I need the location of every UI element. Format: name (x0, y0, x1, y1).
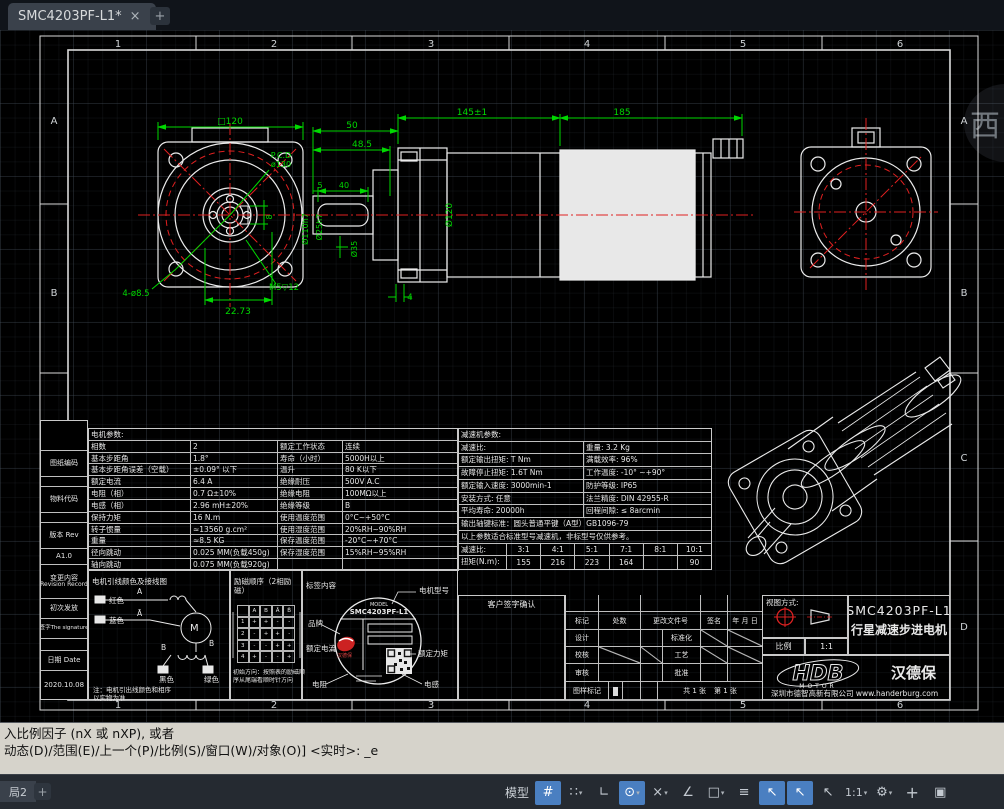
svg-text:A: A (51, 116, 58, 127)
wiring-cell: 电机引线颜色及接线图 红色 A 蓝色 Ā B B̄ 黑色 绿色 M 注：电机引出… (88, 570, 230, 700)
osnap-b-toggle-icon[interactable]: ↖ (787, 781, 813, 805)
svg-text:5: 5 (740, 39, 746, 50)
signature-label: 签字The signature (41, 619, 87, 639)
brand-name: 汉德保 (891, 664, 936, 683)
svg-text:3: 3 (428, 39, 434, 50)
model-box: SMC4203PF-L1 行星减速步进电机 (848, 595, 950, 655)
iso-view (724, 357, 966, 568)
date-value: 2020.10.08 (41, 671, 87, 699)
drawing-code-label: 图纸编码 (41, 451, 87, 477)
osnap-a-toggle-icon[interactable]: ↖ (759, 781, 785, 805)
settings-gear-icon[interactable]: ⚙▾ (871, 781, 897, 805)
customer-sign-box: 客户签字确认 (458, 595, 565, 700)
svg-text:D: D (960, 622, 968, 633)
isolate-objects-icon[interactable]: ▣ (927, 781, 953, 805)
scale-label: 比例 (762, 638, 805, 655)
svg-text:6: 6 (897, 700, 903, 711)
dim-square: □120 (217, 117, 243, 127)
product-name: 行星减速步进电机 (849, 623, 949, 638)
projection-symbol (769, 607, 843, 629)
svg-text:B: B (961, 288, 968, 299)
snap-toggle-icon[interactable]: ∷▾ (563, 781, 589, 805)
company-line: 深圳市德智高新有限公司 www.handerburg.com (771, 689, 938, 698)
cad-application-window: SMC4203PF-L1* × + 西 1 2 3 4 5 6 1 2 (0, 0, 1004, 809)
side-view (313, 139, 743, 282)
svg-text:185: 185 (613, 108, 630, 118)
revision-info-column: 图纸编码 物料代码 版本 Rev A1.0 变更内容Revision Recor… (40, 420, 88, 700)
approval-grid: 标记 处数 更改文件号 签名 年 月 日 设计 标准化 校核 工艺 审核 批准 … (565, 595, 762, 700)
customize-plus-icon[interactable]: + (899, 781, 925, 805)
svg-text:5: 5 (740, 700, 746, 711)
grid-toggle-icon[interactable]: # (535, 781, 561, 805)
command-history-line: 入比例因子 (nX 或 nXP), 或者 (4, 725, 1000, 742)
model-space-button[interactable]: 模型 (505, 784, 529, 801)
workspace-toggle-icon[interactable]: □▾ (703, 781, 729, 805)
svg-text:40: 40 (339, 181, 349, 190)
polar-toggle-icon[interactable]: ⊙▾ (619, 781, 645, 805)
svg-text:Ø110h7: Ø110h7 (300, 213, 310, 245)
svg-text:4-ø8.5: 4-ø8.5 (122, 289, 149, 299)
angle-toggle-icon[interactable]: ∠ (675, 781, 701, 805)
svg-text:145±1: 145±1 (457, 108, 487, 118)
gear-table-title: 减速机参数: (459, 429, 711, 441)
logo-box: HDB MOTOR 汉德保 深圳市德智高新有限公司 www.handerburg… (762, 655, 950, 700)
zone-col: 1 (115, 39, 121, 50)
hdb-logo: HDB MOTOR (775, 658, 861, 690)
svg-text:B: B (51, 288, 58, 299)
projection-box: 视图方式: (762, 595, 848, 638)
svg-text:M5▽12: M5▽12 (269, 283, 299, 293)
version-value: A1.0 (41, 549, 87, 565)
status-toggle-group: 模型 # ∷▾ ∟ ⊙▾ ×▾ ∠ □▾ ≡ ↖ ↖ ↖ 1:1▾ ⚙▾ + ▣ (505, 779, 953, 806)
add-layout-button[interactable]: + (34, 783, 51, 800)
motor-symbol: M (190, 623, 199, 636)
revision-record-label: 变更内容Revision Record (41, 565, 87, 599)
svg-text:A: A (961, 116, 968, 127)
svg-text:50: 50 (346, 121, 358, 131)
svg-text:48.5: 48.5 (352, 140, 372, 150)
svg-text:2: 2 (271, 700, 277, 711)
svg-text:4: 4 (407, 293, 412, 303)
material-code-label: 物料代码 (41, 487, 87, 513)
svg-text:ø130: ø130 (271, 160, 291, 169)
dimension-labels: □120 P.C.D ø130 4-ø8.5 M5▽12 22.73 8 Ø11… (122, 108, 630, 317)
first-issue-label: 初次发放 (41, 599, 87, 619)
svg-text:2: 2 (271, 39, 277, 50)
svg-text:Ø25h7: Ø25h7 (314, 214, 324, 241)
version-label: 版本 Rev (41, 523, 87, 549)
gearbox-parameter-table: 减速机参数: 减速比:重量: 3.2 Kg 额定输出扭矩: T Nm满载效率: … (458, 428, 712, 570)
layout-tab[interactable]: 局2 (0, 781, 36, 802)
date-label: 日期 Date (41, 651, 87, 671)
excitation-table: ABĀB̄ 1++-- 2-++- 3--++ 4+--+ (237, 605, 295, 663)
command-input-line[interactable]: 动态(D)/范围(E)/上一个(P)/比例(S)/窗口(W)/对象(O)] <实… (4, 742, 1000, 759)
svg-text:8: 8 (265, 214, 274, 219)
status-bar: 局2 + 模型 # ∷▾ ∟ ⊙▾ ×▾ ∠ □▾ ≡ ↖ ↖ ↖ 1:1▾ ⚙… (0, 774, 1004, 809)
svg-text:C: C (961, 453, 968, 464)
command-line-panel: 入比例因子 (nX 或 nXP), 或者 动态(D)/范围(E)/上一个(P)/… (0, 722, 1004, 774)
wiring-title: 电机引线颜色及接线图 (92, 577, 167, 586)
svg-text:4: 4 (584, 700, 590, 711)
nameplate-brand-logo: 汉德保 (337, 652, 352, 659)
rear-centerlines (794, 118, 938, 292)
svg-text:Ø35: Ø35 (349, 241, 359, 257)
motor-table-title: 电机参数: (89, 429, 459, 441)
annotation-scale-button[interactable]: 1:1▾ (843, 781, 869, 805)
scale-value: 1:1 (805, 638, 848, 655)
svg-text:P.C.D: P.C.D (271, 151, 291, 160)
ortho-toggle-icon[interactable]: ∟ (591, 781, 617, 805)
nameplate-cell: 标签内容 电机型号 品牌 额定电流 额定力矩 电阻 电感 MODEL SMC42… (302, 570, 458, 700)
svg-text:HDB: HDB (792, 661, 843, 685)
svg-text:4: 4 (584, 39, 590, 50)
lineweight-toggle-icon[interactable]: ≡ (731, 781, 757, 805)
motor-parameter-table: 电机参数: 相数2额定工作状态连续 基本步距角1.8°寿命（小时）5000H以上… (88, 428, 458, 570)
svg-text:Ø120: Ø120 (444, 203, 455, 228)
svg-text:5: 5 (317, 181, 322, 190)
nameplate-model: SMC4203PF-L1 (336, 608, 422, 617)
selection-cursor-icon[interactable]: ↖ (815, 781, 841, 805)
model-number: SMC4203PF-L1 (849, 603, 949, 619)
svg-text:3: 3 (428, 700, 434, 711)
osnap-track-toggle-icon[interactable]: ×▾ (647, 781, 673, 805)
svg-text:6: 6 (897, 39, 903, 50)
svg-text:22.73: 22.73 (225, 307, 251, 317)
